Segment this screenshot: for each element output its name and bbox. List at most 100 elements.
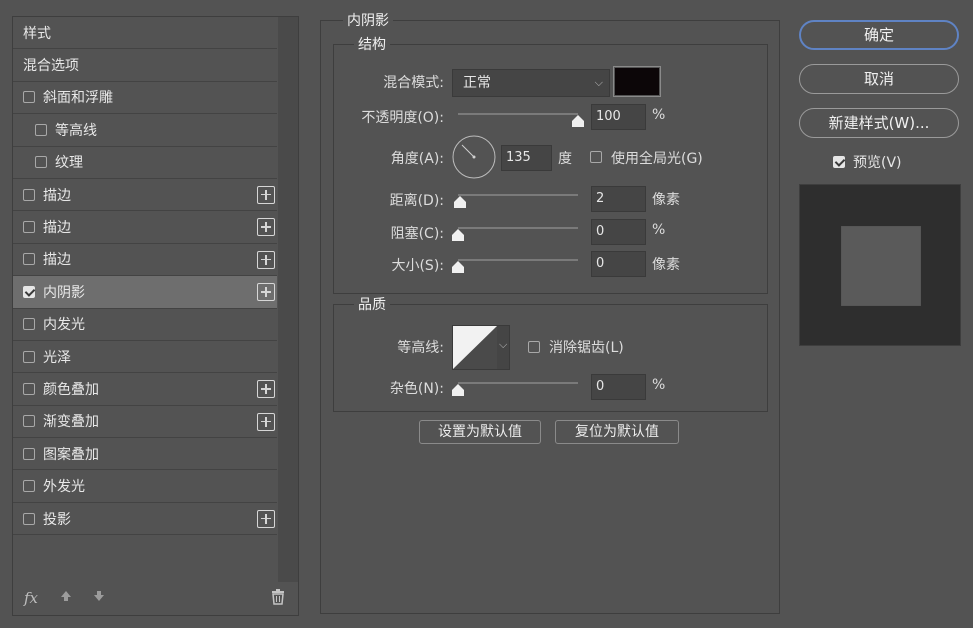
styles-header-label: 样式 [23,25,51,42]
distance-slider-thumb[interactable] [454,196,467,208]
style-item[interactable]: 描边 [13,179,277,212]
preview-checkbox[interactable] [833,156,845,168]
size-slider-track[interactable] [458,259,578,261]
style-item-checkbox[interactable] [23,415,35,428]
style-item[interactable]: 光泽 [13,341,277,374]
distance-slider-track[interactable] [458,194,578,196]
global-light-label: 使用全局光(G) [611,151,703,167]
styles-header[interactable]: 样式 [13,17,277,50]
style-item[interactable]: 图案叠加 [13,438,277,471]
global-light-checkbox[interactable] [590,151,602,163]
opacity-slider-thumb[interactable] [572,115,584,127]
add-icon[interactable] [257,250,275,269]
reset-default-button[interactable]: 复位为默认值 [555,420,679,444]
trash-icon[interactable] [271,589,285,609]
style-item[interactable]: 渐变叠加 [13,406,277,439]
opacity-slider-track[interactable] [458,113,578,115]
add-icon[interactable] [257,185,275,204]
set-default-button[interactable]: 设置为默认值 [419,420,541,444]
style-item-label: 渐变叠加 [43,414,99,431]
move-up-icon[interactable] [59,589,73,607]
size-unit: 像素 [652,257,680,273]
angle-dial[interactable] [452,135,496,179]
style-item-checkbox[interactable] [23,221,35,234]
noise-slider-thumb[interactable] [452,384,464,396]
style-item-checkbox[interactable] [35,123,47,136]
choke-unit: % [652,222,666,238]
add-icon[interactable] [257,218,275,237]
fx-icon[interactable]: fx [24,589,38,607]
add-icon[interactable] [257,283,275,302]
style-item[interactable]: 描边 [13,244,277,277]
blend-options-item[interactable]: 混合选项 [13,49,277,82]
style-item-label: 描边 [43,220,71,237]
opacity-input[interactable]: 100 [591,104,646,130]
style-item-label: 内发光 [43,317,85,334]
style-item-label: 纹理 [55,155,83,172]
choke-label: 阻塞(C): [390,226,444,242]
style-item[interactable]: 内发光 [13,309,277,341]
add-icon[interactable] [257,380,275,399]
style-item-label: 投影 [43,511,71,528]
style-item-label: 斜面和浮雕 [43,90,113,107]
shadow-color-swatch[interactable] [613,66,661,97]
distance-label: 距离(D): [389,193,444,209]
add-icon[interactable] [257,412,275,431]
style-item[interactable]: 纹理 [13,147,277,179]
style-item-checkbox[interactable] [23,512,35,525]
structure-group: 结构 混合模式: 正常 ⌵ 不透明度(O): 100 % 角度(A): 135 … [333,34,768,294]
style-item[interactable]: 投影 [13,503,277,536]
style-item-label: 外发光 [43,479,85,496]
new-style-button[interactable]: 新建样式(W)... [799,108,959,138]
choke-slider-track[interactable] [458,227,578,229]
style-item-checkbox[interactable] [23,285,35,298]
style-item[interactable]: 描边 [13,211,277,244]
style-item-label: 描边 [43,187,71,204]
style-item-checkbox[interactable] [23,253,35,266]
style-item[interactable]: 外发光 [13,470,277,503]
blend-mode-select[interactable]: 正常 ⌵ [452,69,610,97]
move-down-icon[interactable] [92,589,106,607]
chevron-down-icon: ⌵ [594,76,603,89]
style-item-checkbox[interactable] [23,350,35,363]
style-item[interactable]: 内阴影 [13,276,277,309]
contour-preview-icon [453,326,497,369]
style-item[interactable]: 等高线 [13,114,277,147]
choke-slider-thumb[interactable] [452,229,464,241]
angle-input[interactable]: 135 [501,145,552,171]
style-item-checkbox[interactable] [23,382,35,395]
shadow-color-fill [615,68,659,95]
style-item-checkbox[interactable] [23,318,35,331]
style-item-label: 内阴影 [43,284,85,301]
style-item[interactable]: 斜面和浮雕 [13,82,277,115]
add-icon[interactable] [257,509,275,528]
style-item-checkbox[interactable] [23,480,35,493]
opacity-unit: % [652,107,666,123]
style-item[interactable]: 颜色叠加 [13,373,277,406]
style-item-label: 图案叠加 [43,446,99,463]
contour-picker[interactable]: ⌵ [452,325,510,370]
distance-input[interactable]: 2 [591,186,646,212]
preview-swatch [841,226,921,306]
antialias-checkbox[interactable] [528,341,540,353]
style-item-checkbox[interactable] [23,91,35,104]
style-item-label: 光泽 [43,349,71,366]
noise-slider-track[interactable] [458,382,578,384]
size-input[interactable]: 0 [591,251,646,277]
style-item-checkbox[interactable] [23,188,35,201]
choke-input[interactable]: 0 [591,219,646,245]
noise-unit: % [652,377,666,393]
inner-shadow-title: 内阴影 [343,10,393,30]
list-scrollbar[interactable] [278,17,298,582]
ok-button[interactable]: 确定 [799,20,959,50]
style-item-checkbox[interactable] [35,156,47,169]
style-item-label: 等高线 [55,122,97,139]
cancel-button[interactable]: 取消 [799,64,959,94]
style-item-checkbox[interactable] [23,447,35,460]
noise-input[interactable]: 0 [591,374,646,400]
distance-unit: 像素 [652,192,680,208]
style-item-label: 描边 [43,252,71,269]
size-slider-thumb[interactable] [452,261,464,273]
chevron-down-icon: ⌵ [499,338,508,351]
preview-toggle[interactable]: 预览(V) [833,152,902,172]
